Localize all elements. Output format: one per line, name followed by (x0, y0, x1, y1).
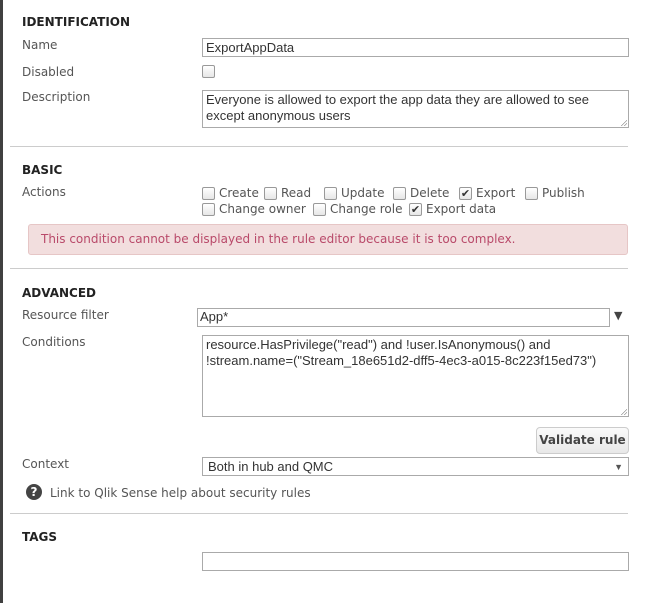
checkbox[interactable] (525, 186, 538, 200)
name-label: Name (22, 38, 58, 52)
resource-filter-input[interactable]: App* (197, 308, 610, 327)
checkbox[interactable] (393, 186, 406, 200)
tags-input[interactable] (202, 552, 629, 571)
left-border (0, 0, 3, 603)
action-create[interactable]: Create (202, 186, 259, 200)
conditions-textarea[interactable]: resource.HasPrivilege("read") and !user.… (202, 335, 629, 417)
identification-heading: IDENTIFICATION (22, 15, 131, 29)
basic-heading: BASIC (22, 163, 63, 177)
help-icon: ? (26, 484, 42, 500)
checkbox[interactable]: ✔ (409, 202, 422, 216)
action-label: Read (281, 186, 312, 200)
action-export-data[interactable]: ✔ Export data (409, 202, 496, 216)
action-label: Change owner (219, 202, 306, 216)
context-value: Both in hub and QMC (208, 459, 334, 474)
action-read[interactable]: Read (264, 186, 311, 200)
action-label: Update (341, 186, 385, 200)
help-link[interactable]: Link to Qlik Sense help about security r… (50, 486, 311, 500)
resize-grip-icon[interactable] (620, 408, 627, 415)
checkbox[interactable] (313, 202, 326, 216)
action-label: Export data (426, 202, 497, 216)
divider (10, 268, 628, 269)
checkbox[interactable]: ✔ (459, 186, 472, 200)
action-label: Publish (542, 186, 585, 200)
resource-filter-label: Resource filter (22, 308, 109, 322)
advanced-heading: ADVANCED (22, 286, 97, 300)
action-export[interactable]: ✔ Export (459, 186, 515, 200)
action-label: Export (476, 186, 516, 200)
action-change-owner[interactable]: Change owner (202, 202, 306, 216)
tags-heading: TAGS (22, 530, 58, 544)
action-delete[interactable]: Delete (393, 186, 449, 200)
description-textarea[interactable]: Everyone is allowed to export the app da… (202, 90, 629, 128)
complexity-warning: This condition cannot be displayed in th… (28, 224, 628, 255)
checkbox[interactable] (202, 202, 215, 216)
context-select[interactable]: Both in hub and QMC ▼ (202, 457, 629, 476)
checkbox[interactable] (264, 186, 277, 200)
action-label: Delete (410, 186, 450, 200)
disabled-checkbox[interactable] (202, 65, 215, 78)
action-label: Change role (330, 202, 403, 216)
action-change-role[interactable]: Change role (313, 202, 403, 216)
name-input[interactable]: ExportAppData (202, 38, 629, 57)
checkbox[interactable] (202, 186, 215, 200)
divider (10, 146, 628, 147)
conditions-text: resource.HasPrivilege("read") and !user.… (206, 337, 597, 368)
context-label: Context (22, 457, 70, 471)
resize-grip-icon[interactable] (620, 119, 627, 126)
description-label: Description (22, 90, 91, 104)
chevron-down-icon: ▼ (614, 462, 623, 472)
action-label: Create (219, 186, 259, 200)
validate-rule-button[interactable]: Validate rule (536, 427, 629, 454)
action-update[interactable]: Update (324, 186, 384, 200)
checkbox[interactable] (324, 186, 337, 200)
disabled-label: Disabled (22, 65, 75, 79)
actions-label: Actions (22, 185, 66, 199)
conditions-label: Conditions (22, 335, 86, 349)
dropdown-triangle-icon[interactable]: ▼ (614, 309, 622, 322)
action-publish[interactable]: Publish (525, 186, 585, 200)
divider (10, 513, 628, 514)
description-text: Everyone is allowed to export the app da… (206, 92, 590, 123)
